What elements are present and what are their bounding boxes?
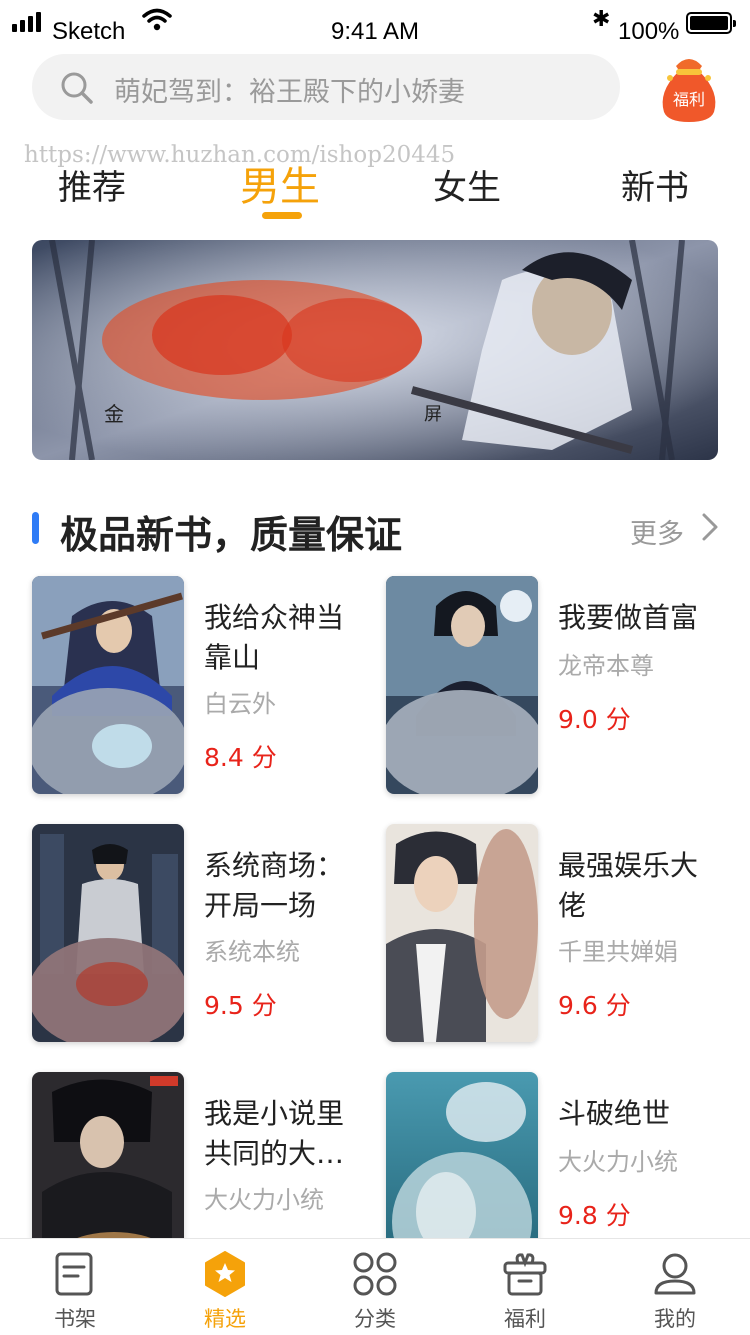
book-title: 系统商场：开局一场 [204,849,345,922]
banner-caption-left: 金 [104,402,124,426]
tab-label: 精选 [204,1307,246,1331]
book-title: 斗破绝世 [558,1097,671,1130]
promo-banner[interactable]: 金 屏 [32,240,718,460]
search-input[interactable]: 萌妃驾到：裕王殿下的小娇妻 [114,70,465,109]
gift-icon [503,1253,547,1296]
book-author: 大火力小统 [558,1148,678,1176]
book-card[interactable]: 我给众神当靠山 白云外 8.4 分 [32,576,362,796]
tab-label: 福利 [504,1307,546,1331]
tab-recommend[interactable]: 推荐 [22,160,162,209]
tab-category[interactable]: 分类 [300,1239,450,1335]
book-cover [32,824,184,1042]
book-score: 9.5 分 [204,991,277,1020]
category-grid-icon [353,1252,397,1296]
section-title: 极品新书，质量保证 [60,513,403,557]
tab-female[interactable]: 女生 [397,160,537,209]
more-link[interactable]: 更多 [630,512,684,551]
section-accent-bar [32,512,39,544]
tab-new-books[interactable]: 新书 [585,160,725,209]
bluetooth-icon: ✱ [592,6,611,31]
featured-star-icon [205,1251,245,1297]
book-score: 9.6 分 [558,991,631,1020]
book-cover [32,576,184,794]
chevron-right-icon[interactable] [700,512,720,542]
bookshelf-icon [55,1252,93,1296]
book-title: 最强娱乐大佬 [558,849,699,922]
tab-welfare[interactable]: 福利 [450,1239,600,1335]
battery-percentage: 100% [618,18,680,45]
book-score: 8.4 分 [204,743,277,772]
book-title: 我要做首富 [558,601,699,634]
book-card[interactable]: 我要做首富 龙帝本尊 9.0 分 [386,576,716,796]
profile-icon [654,1253,696,1295]
book-cover [386,824,538,1042]
tab-label: 分类 [354,1307,396,1331]
tab-bookshelf[interactable]: 书架 [0,1239,150,1335]
book-score: 9.0 分 [558,705,631,734]
battery-icon [686,12,736,34]
book-author: 千里共婵娟 [558,938,678,966]
book-score: 9.8 分 [558,1201,631,1230]
tab-label: 书架 [54,1307,96,1331]
book-title: 我是小说里共同的大… [204,1097,345,1170]
book-card[interactable]: 系统商场：开局一场 系统本统 9.5 分 [32,824,362,1044]
book-cover [386,576,538,794]
bottom-tab-bar: 书架 精选 分类 福利 我的 [0,1238,750,1335]
search-bar[interactable]: 萌妃驾到：裕王殿下的小娇妻 [32,54,620,120]
book-author: 白云外 [204,690,276,718]
status-bar: Sketch 9:41 AM ✱ 100% [0,0,750,45]
category-tabs: 推荐 男生 女生 新书 [0,150,750,230]
tab-male[interactable]: 男生 [210,154,350,212]
book-author: 龙帝本尊 [558,652,654,680]
book-card[interactable]: 最强娱乐大佬 千里共婵娟 9.6 分 [386,824,716,1044]
book-title: 我给众神当靠山 [204,601,345,674]
book-author: 系统本统 [204,938,300,966]
welfare-badge-label: 福利 [672,90,705,109]
banner-caption-right: 屏 [424,404,442,425]
active-tab-indicator [262,212,302,219]
banner-image [32,240,718,460]
tab-featured[interactable]: 精选 [150,1239,300,1335]
tab-profile[interactable]: 我的 [600,1239,750,1335]
search-icon [61,72,93,104]
book-author: 大火力小统 [204,1186,324,1214]
welfare-button[interactable]: 福利 [656,52,722,124]
tab-label: 我的 [654,1307,696,1331]
